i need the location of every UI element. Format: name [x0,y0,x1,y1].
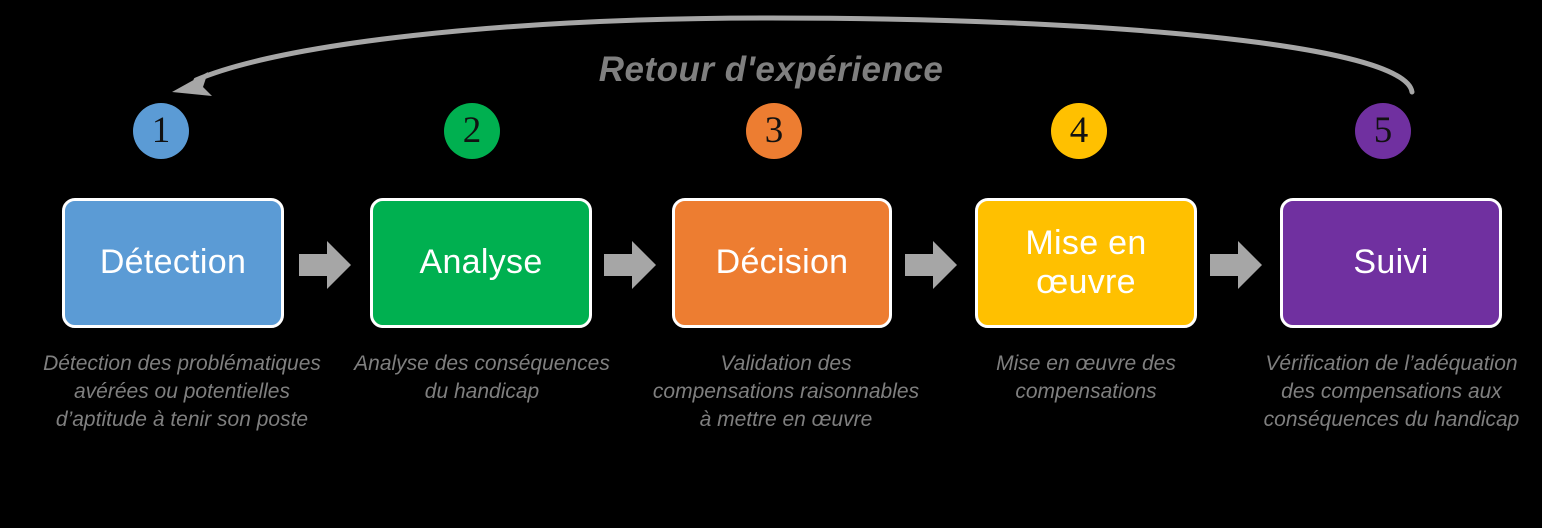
feedback-loop-title: Retour d'expérience [598,50,944,89]
step-3-caption: Validation des compensations raisonnable… [652,352,920,431]
step-4-caption: Mise en œuvre des compensations [996,352,1176,403]
step-5-caption: Vérification de l’adéquation des compens… [1263,352,1520,431]
step-1-box[interactable]: Détection [62,198,284,328]
step-3-box[interactable]: Décision [672,198,892,328]
arrow-2-to-3-icon [602,237,658,293]
step-4-box[interactable]: Mise en œuvre [975,198,1197,328]
arrow-4-to-5-icon [1208,237,1264,293]
step-2-number-badge: 2 [444,103,500,159]
process-diagram: Retour d'expérience 1 Détection Détectio… [0,0,1542,528]
step-2-box[interactable]: Analyse [370,198,592,328]
step-1-number-badge: 1 [133,103,189,159]
step-1-caption: Détection des problématiques avérées ou … [43,352,321,431]
step-2-caption: Analyse des conséquences du handicap [354,352,610,403]
step-4-number-badge: 4 [1051,103,1107,159]
arrow-3-to-4-icon [903,237,959,293]
step-5-box[interactable]: Suivi [1280,198,1502,328]
step-3-number-badge: 3 [746,103,802,159]
step-5-number-badge: 5 [1355,103,1411,159]
arrow-1-to-2-icon [297,237,353,293]
